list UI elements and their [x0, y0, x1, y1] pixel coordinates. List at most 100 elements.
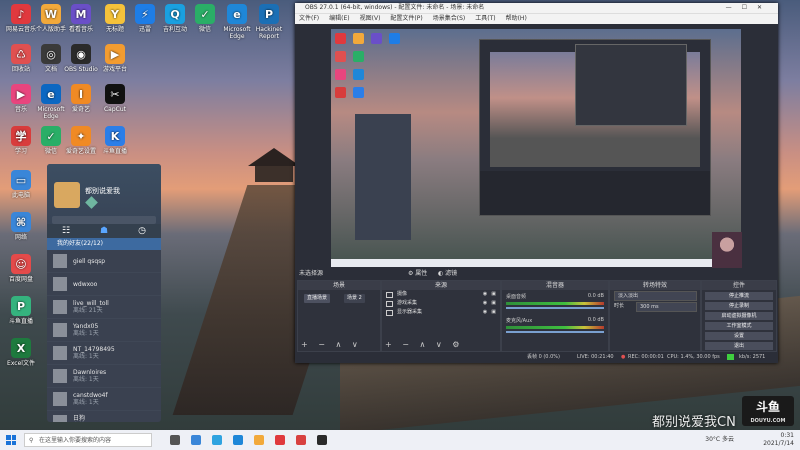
- chat-search-input[interactable]: [52, 216, 156, 224]
- friend-name: wdwxoo: [73, 280, 98, 288]
- friend-status: 离线: 21天: [73, 307, 103, 314]
- taskbar-app-icon[interactable]: [296, 435, 306, 445]
- visibility-eye-icon[interactable]: ◉: [483, 290, 487, 299]
- menu-item[interactable]: 编辑(E): [329, 15, 349, 22]
- desktop-icon[interactable]: X Excel文件: [2, 338, 40, 367]
- source-item[interactable]: 游戏采集 ◉ ▣: [382, 299, 500, 308]
- menu-item[interactable]: 视图(V): [360, 15, 381, 22]
- taskbar-app-icon[interactable]: [233, 435, 243, 445]
- desktop-icon[interactable]: ✂ CapCut: [96, 84, 134, 113]
- desktop-icon[interactable]: ⌘ 网络: [2, 212, 40, 241]
- weather[interactable]: 30°C 多云: [705, 436, 734, 444]
- stop-recording-button[interactable]: 停止录制: [705, 302, 773, 310]
- sources-controls[interactable]: + − ∧ ∨ ⚙: [385, 340, 463, 349]
- list-item[interactable]: wdwxoo: [47, 273, 161, 296]
- preview-app-icon: [335, 69, 346, 80]
- visibility-eye-icon[interactable]: ◉: [483, 308, 487, 317]
- avatar: [53, 346, 67, 360]
- duration-label: 时长: [614, 303, 625, 309]
- desktop-icon-label: 斗鱼直播: [8, 318, 33, 325]
- menu-item[interactable]: 配置文件(P): [390, 15, 422, 22]
- menu-item[interactable]: 工具(T): [475, 15, 495, 22]
- avatar: [53, 323, 67, 337]
- watermark: 都别说爱我CN: [652, 415, 736, 430]
- scene-item-live[interactable]: 直播场景: [304, 294, 331, 303]
- scene-item-2[interactable]: 场景 2: [344, 294, 365, 303]
- lock-icon[interactable]: ▣: [491, 290, 496, 299]
- lock-icon[interactable]: ▣: [491, 308, 496, 317]
- preview-canvas[interactable]: [331, 29, 741, 267]
- volume-slider[interactable]: [506, 307, 604, 309]
- desktop-icon[interactable]: P 斗鱼直播: [2, 296, 40, 325]
- list-item[interactable]: 日狗离线: 30天: [47, 411, 161, 422]
- taskbar-search-input[interactable]: ⚲ 在这里输入你要搜索的内容: [24, 433, 152, 447]
- desktop-icon[interactable]: K 斗鱼直播: [96, 126, 134, 155]
- transition-type-row: 淡入淡出: [610, 290, 700, 301]
- sources-dock-title: 来源: [382, 281, 500, 290]
- taskbar-app-icon[interactable]: [212, 435, 222, 445]
- tab-history[interactable]: ◷: [138, 226, 146, 236]
- app-icon: M: [71, 4, 91, 24]
- source-name: 显示器采集: [397, 309, 423, 315]
- visibility-eye-icon[interactable]: ◉: [483, 299, 487, 308]
- properties-button[interactable]: ⚙ 属性: [408, 269, 427, 279]
- list-item[interactable]: live_will_toll 离线: 21天: [47, 296, 161, 319]
- clock-time[interactable]: 0:31: [763, 432, 794, 440]
- app-icon: P: [259, 4, 279, 24]
- close-button[interactable]: ✕: [757, 4, 772, 11]
- list-item[interactable]: giell qsqsp: [47, 250, 161, 273]
- menu-item[interactable]: 场景集合(S): [433, 15, 466, 22]
- scenes-controls[interactable]: + − ∧ ∨: [301, 340, 362, 349]
- clock-date[interactable]: 2021/7/14: [763, 440, 794, 448]
- taskbar-app-icon[interactable]: [275, 435, 285, 445]
- settings-button[interactable]: 设置: [705, 332, 773, 340]
- taskbar-app-icon[interactable]: [254, 435, 264, 445]
- desktop-icon[interactable]: ◉ OBS Studio: [62, 44, 100, 73]
- app-icon: e: [41, 84, 61, 104]
- taskbar-app-icon[interactable]: [170, 435, 180, 445]
- desktop-icon[interactable]: ▶ 游戏平台: [96, 44, 134, 73]
- desktop-icon[interactable]: M 看看音乐: [62, 4, 100, 33]
- source-item[interactable]: 显示器采集 ◉ ▣: [382, 308, 500, 317]
- taskbar-app-icon[interactable]: [317, 435, 327, 445]
- monitor-icon: [386, 309, 393, 316]
- minimize-button[interactable]: —: [726, 4, 742, 11]
- source-name: 摄像: [397, 291, 408, 297]
- avatar[interactable]: [54, 182, 80, 208]
- desktop-icon-label: 爱奇艺设置: [65, 148, 96, 155]
- friend-group-label[interactable]: 我的好友(22/12): [47, 238, 161, 250]
- list-item[interactable]: canstdwo4f 离线: 1天: [47, 388, 161, 411]
- filters-button[interactable]: ◐ 滤镜: [438, 269, 457, 279]
- desktop-icon[interactable]: I 爱奇艺: [62, 84, 100, 113]
- menu-item[interactable]: 文件(F): [299, 15, 319, 22]
- tab-contacts[interactable]: ☷: [62, 226, 70, 236]
- volume-slider[interactable]: [506, 331, 604, 333]
- desktop-icon[interactable]: P Hackinet Report: [250, 4, 288, 40]
- taskbar-app-icon[interactable]: [191, 435, 201, 445]
- duration-input[interactable]: 300 ms: [636, 302, 697, 312]
- desktop-icon[interactable]: ▭ 此电脑: [2, 170, 40, 199]
- desktop-icon[interactable]: ☺ 百度网盘: [2, 254, 40, 283]
- list-item[interactable]: Dawnloires 离线: 1天: [47, 365, 161, 388]
- studio-mode-button[interactable]: 工作室模式: [705, 322, 773, 330]
- app-icon: I: [71, 84, 91, 104]
- tab-friends[interactable]: ☗: [100, 226, 108, 236]
- stop-streaming-button[interactable]: 停止推流: [705, 292, 773, 300]
- menu-item[interactable]: 帮助(H): [506, 15, 527, 22]
- maximize-button[interactable]: ☐: [742, 4, 757, 11]
- list-item[interactable]: NT_14798495 离线: 1天: [47, 342, 161, 365]
- app-icon: ⚡: [135, 4, 155, 24]
- exit-button[interactable]: 退出: [705, 342, 773, 350]
- desktop-icon[interactable]: ✦ 爱奇艺设置: [62, 126, 100, 155]
- virtual-camera-button[interactable]: 启动虚拟摄像机: [705, 312, 773, 320]
- transition-select[interactable]: 淡入淡出: [614, 291, 697, 301]
- list-item[interactable]: Yandx05 离线: 1天: [47, 319, 161, 342]
- app-icon: K: [105, 126, 125, 146]
- rec-timer: REC: 00:00:01: [628, 354, 664, 360]
- app-icon: ♺: [11, 44, 31, 64]
- lock-icon[interactable]: ▣: [491, 299, 496, 308]
- source-item[interactable]: 摄像 ◉ ▣: [382, 290, 500, 299]
- preview-app-icon: [335, 51, 346, 62]
- start-button[interactable]: [6, 435, 16, 445]
- friend-name: Yandx05: [73, 323, 99, 330]
